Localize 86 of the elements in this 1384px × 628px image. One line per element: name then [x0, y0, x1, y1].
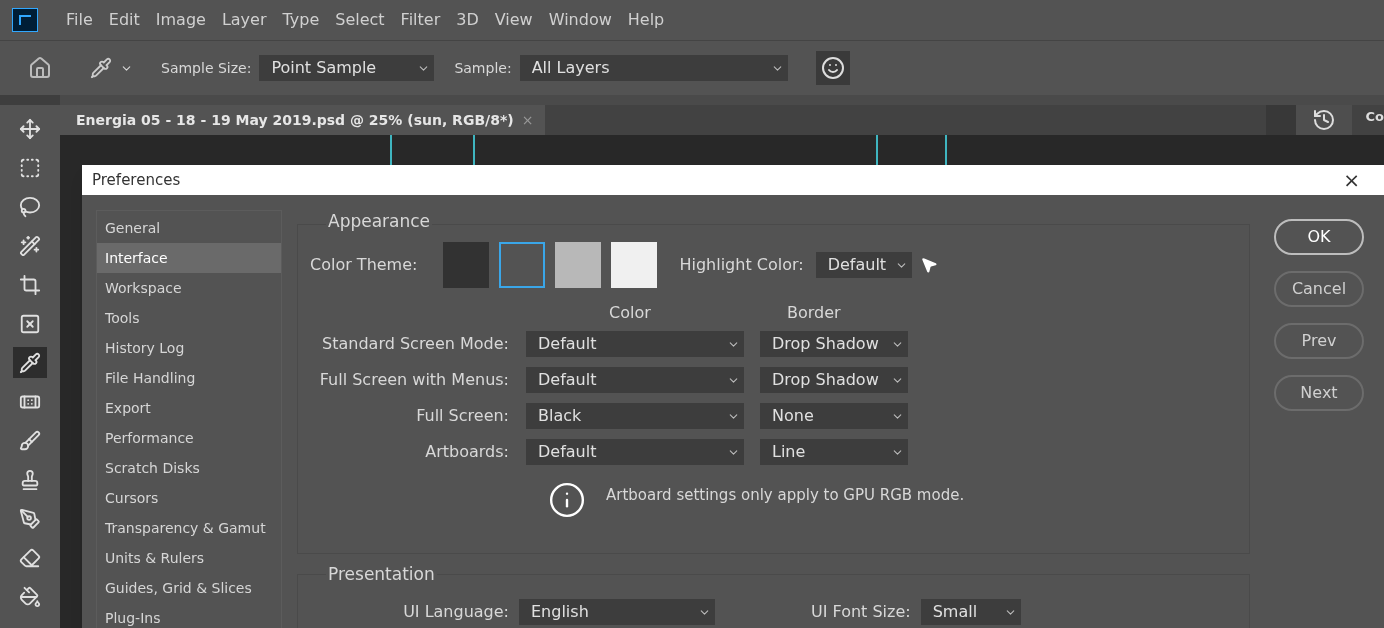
dialog-title: Preferences [92, 169, 181, 191]
artboard-note: Artboard settings only apply to GPU RGB mode. [606, 484, 965, 506]
menu-item[interactable]: Select [327, 8, 393, 32]
panel-button[interactable] [1295, 105, 1352, 135]
category-item[interactable]: Export [97, 393, 281, 423]
menu-item[interactable]: Window [540, 8, 620, 32]
color-dropdown[interactable]: Black [526, 403, 744, 429]
pen-icon [19, 507, 41, 530]
close-icon[interactable]: × [521, 109, 534, 131]
close-icon[interactable]: × [1343, 165, 1360, 195]
highlight-color-label: Highlight Color: [679, 254, 804, 276]
cursor-icon [919, 256, 938, 274]
tool-button[interactable] [13, 347, 47, 378]
dialog-button[interactable]: Prev [1274, 323, 1364, 359]
marquee-icon [19, 156, 41, 179]
ui-language-dropdown[interactable]: English [519, 599, 715, 625]
menu-item[interactable]: Layer [213, 8, 275, 32]
category-item[interactable]: Transparency & Gamut [97, 513, 281, 543]
menu-item[interactable]: Filter [392, 8, 449, 32]
sample-dropdown[interactable]: All Layers [519, 55, 788, 81]
eyedropper-icon [19, 351, 41, 374]
panel-tab[interactable]: Co [1365, 107, 1384, 135]
move-icon [19, 117, 41, 140]
paint-bucket-icon [19, 585, 41, 608]
menu-item[interactable]: Image [147, 8, 214, 32]
column-header: Color [609, 302, 652, 323]
app-logo[interactable] [12, 8, 38, 32]
lasso-icon [19, 195, 41, 218]
wand-icon [19, 234, 41, 257]
dialog-button[interactable]: OK [1274, 219, 1364, 255]
menu-item[interactable]: View [486, 8, 541, 32]
mode-label: Full Screen with Menus: [318, 369, 509, 391]
sample-size-label: Sample Size: [161, 58, 252, 78]
mode-label: Full Screen: [415, 405, 509, 427]
history-icon [1311, 108, 1336, 132]
border-dropdown[interactable]: Drop Shadow [760, 367, 908, 393]
dialog-button[interactable]: Next [1274, 375, 1364, 411]
mode-label: Standard Screen Mode: [321, 333, 509, 355]
menu-item[interactable]: File [58, 8, 101, 32]
stamp-icon [19, 468, 41, 491]
column-header: Border [787, 302, 841, 323]
color-dropdown[interactable]: Default [526, 439, 744, 465]
theme-swatch[interactable] [443, 242, 490, 288]
theme-swatch[interactable] [499, 242, 546, 288]
highlight-color-dropdown[interactable]: Default [815, 252, 912, 278]
border-dropdown[interactable]: Drop Shadow [760, 331, 908, 357]
color-dropdown[interactable]: Default [526, 331, 744, 357]
eyedropper-icon[interactable] [90, 57, 112, 79]
border-dropdown[interactable]: None [760, 403, 908, 429]
ui-font-size-dropdown[interactable]: Small [920, 599, 1021, 625]
sample-label: Sample: [454, 58, 512, 78]
target-button[interactable] [815, 51, 850, 85]
category-item[interactable]: Interface [97, 243, 281, 273]
sample-size-dropdown[interactable]: Point Sample [259, 55, 435, 81]
mode-label: Artboards: [424, 441, 509, 463]
category-item[interactable]: Cursors [97, 483, 281, 513]
category-item[interactable]: General [97, 213, 281, 243]
menu-item[interactable]: Help [619, 8, 673, 32]
document-tab[interactable]: Energia 05 - 18 - 19 May 2019.psd @ 25% (sun, RGB/8*) × [60, 105, 546, 135]
menu-item[interactable]: 3D [448, 8, 487, 32]
menu-item[interactable]: Edit [100, 8, 148, 32]
category-item[interactable]: Guides, Grid & Slices [97, 573, 281, 603]
brush-icon [19, 429, 41, 452]
face-icon [820, 56, 845, 80]
category-item[interactable]: Plug-Ins [97, 603, 281, 628]
category-item[interactable]: History Log [97, 333, 281, 363]
home-icon[interactable] [28, 56, 52, 80]
crop-icon [19, 273, 41, 296]
color-theme-label: Color Theme: [310, 254, 418, 276]
category-item[interactable]: Workspace [97, 273, 281, 303]
menu-item[interactable]: Type [274, 8, 328, 32]
eraser-icon [19, 546, 41, 569]
border-dropdown[interactable]: Line [760, 439, 908, 465]
category-item[interactable]: Scratch Disks [97, 453, 281, 483]
ui-language-label: UI Language: [402, 601, 509, 623]
info-icon [548, 481, 586, 519]
color-dropdown[interactable]: Default [526, 367, 744, 393]
frame-icon [19, 312, 41, 335]
theme-swatch[interactable] [611, 242, 658, 288]
theme-swatch[interactable] [555, 242, 602, 288]
category-item[interactable]: Performance [97, 423, 281, 453]
category-item[interactable]: Tools [97, 303, 281, 333]
dialog-button[interactable]: Cancel [1274, 271, 1364, 307]
category-item[interactable]: File Handling [97, 363, 281, 393]
ui-font-size-label: UI Font Size: [811, 601, 911, 623]
category-item[interactable]: Units & Rulers [97, 543, 281, 573]
